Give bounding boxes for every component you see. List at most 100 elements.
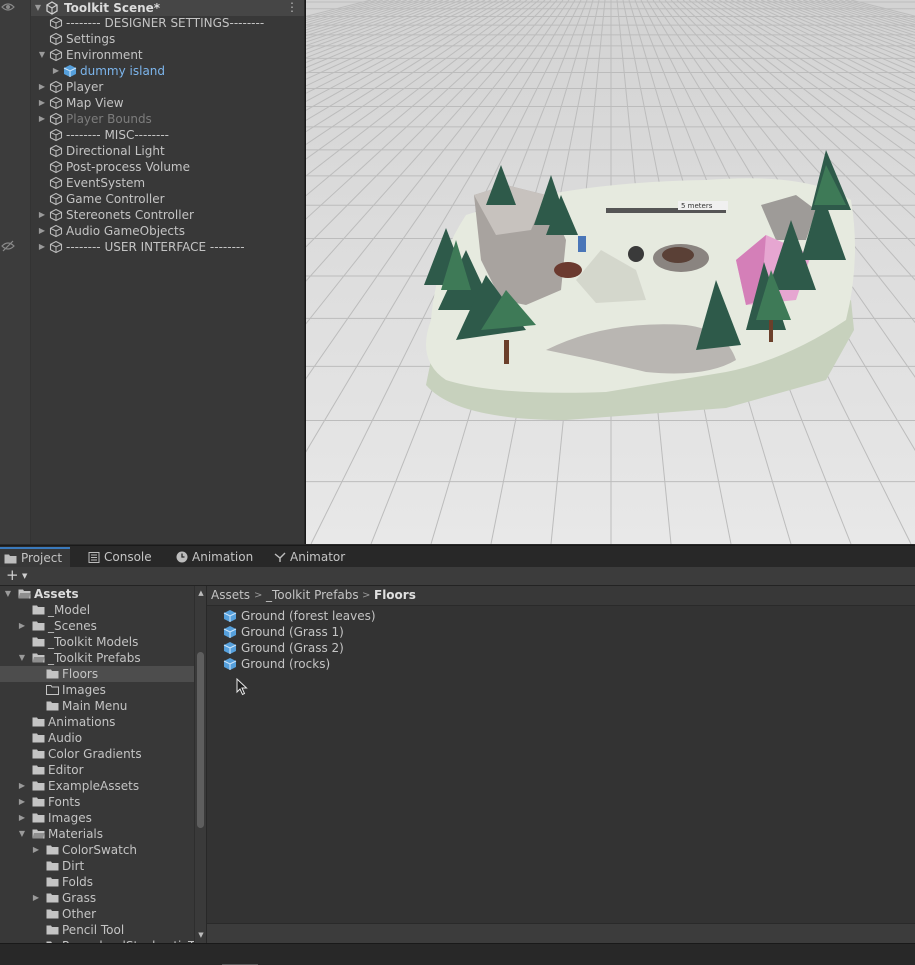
eye-icon[interactable] (1, 1, 15, 13)
hierarchy-item-label: dummy island (80, 64, 166, 78)
hierarchy-item-player[interactable]: ▶ Player (31, 79, 304, 95)
tree-item[interactable]: Color Gradients (0, 746, 194, 762)
expand-arrow-icon[interactable]: ▶ (37, 239, 47, 255)
mouse-cursor-icon (236, 678, 248, 696)
scene-view[interactable]: 5 meters (305, 0, 915, 544)
folder-icon (46, 861, 59, 871)
hierarchy-item-player-bounds[interactable]: ▶ Player Bounds (31, 111, 304, 127)
collapse-arrow-icon[interactable]: ▼ (17, 826, 27, 842)
tree-item[interactable]: Animations (0, 714, 194, 730)
hierarchy-item-environment[interactable]: ▼ Environment (31, 47, 304, 63)
animator-icon (274, 552, 286, 562)
hierarchy-visibility-gutter[interactable] (0, 0, 31, 544)
scrollbar-thumb[interactable] (197, 652, 204, 828)
tree-item[interactable]: ▶ Images (0, 810, 194, 826)
expand-arrow-icon[interactable]: ▶ (37, 207, 47, 223)
hierarchy-item-map-view[interactable]: ▶ Map View (31, 95, 304, 111)
hierarchy-menu-icon[interactable]: ⋮ (286, 0, 298, 14)
tree-item[interactable]: _Model (0, 602, 194, 618)
bottom-tab-bar: Project Console Animation Animator (0, 545, 915, 568)
tree-item[interactable]: Dirt (0, 858, 194, 874)
tree-item[interactable]: Main Menu (0, 698, 194, 714)
hierarchy-item-label: Environment (66, 48, 143, 62)
gameobject-cube-icon (49, 240, 63, 254)
hierarchy-item-settings[interactable]: Settings (31, 31, 304, 47)
hierarchy-item-dummy-island[interactable]: ▶ dummy island (31, 63, 304, 79)
unity-scene-icon (46, 1, 58, 15)
tree-item-label: _Scenes (48, 619, 97, 633)
tree-item[interactable]: _Toolkit Models (0, 634, 194, 650)
expand-arrow-icon[interactable]: ▶ (37, 79, 47, 95)
scroll-up-icon[interactable]: ▲ (197, 588, 205, 598)
tree-item[interactable]: Pencil Tool (0, 922, 194, 938)
tree-item[interactable]: ▶ Grass (0, 890, 194, 906)
hierarchy-item-event-system[interactable]: EventSystem (31, 175, 304, 191)
expand-arrow-icon[interactable]: ▶ (37, 95, 47, 111)
gameobject-cube-icon (49, 48, 63, 62)
tree-item[interactable]: Images (0, 682, 194, 698)
expand-arrow-icon[interactable]: ▶ (17, 778, 27, 794)
status-bar (0, 943, 915, 965)
create-button[interactable]: + ▼ (4, 567, 32, 585)
expand-arrow-icon[interactable]: ▶ (17, 618, 27, 634)
expand-arrow-icon[interactable]: ▶ (31, 842, 41, 858)
collapse-arrow-icon[interactable]: ▼ (3, 586, 13, 602)
tree-item-label: _Toolkit Prefabs (48, 651, 141, 665)
hidden-eye-icon[interactable] (1, 240, 15, 252)
breadcrumb-toolkit-prefabs[interactable]: _Toolkit Prefabs (266, 586, 359, 605)
tab-console[interactable]: Console (84, 547, 162, 568)
tree-item[interactable]: ▼ Materials (0, 826, 194, 842)
tree-item-label: Grass (62, 891, 97, 905)
hierarchy-item-label: -------- DESIGNER SETTINGS-------- (66, 16, 265, 30)
scene-row[interactable]: ▼ Toolkit Scene* (31, 0, 304, 16)
tree-item[interactable]: Editor (0, 762, 194, 778)
hierarchy-item-misc-separator[interactable]: -------- MISC-------- (31, 127, 304, 143)
scroll-down-icon[interactable]: ▼ (197, 930, 205, 940)
dummy-island-model[interactable]: 5 meters (424, 150, 855, 420)
tab-animator[interactable]: Animator (270, 547, 350, 568)
collapse-arrow-icon[interactable]: ▼ (17, 650, 27, 666)
expand-arrow-icon[interactable]: ▶ (37, 223, 47, 239)
collapse-arrow-icon[interactable]: ▼ (37, 47, 47, 63)
tree-item-label: Materials (48, 827, 104, 841)
tree-item[interactable]: ▶ ColorSwatch (0, 842, 194, 858)
scale-sign-text: 5 meters (681, 202, 713, 210)
asset-item-label: Ground (Grass 1) (241, 625, 344, 639)
breadcrumb-assets[interactable]: Assets (211, 586, 250, 605)
tree-item-label: Animations (48, 715, 116, 729)
hierarchy-item-designer-settings-separator[interactable]: -------- DESIGNER SETTINGS-------- (31, 15, 304, 31)
tree-item[interactable]: Floors (0, 666, 194, 682)
expand-arrow-icon[interactable]: ▶ (17, 810, 27, 826)
tab-animation[interactable]: Animation (172, 547, 260, 568)
collapse-arrow-icon[interactable]: ▼ (33, 0, 43, 16)
tree-item[interactable]: Other (0, 906, 194, 922)
tree-item[interactable]: ▶ Fonts (0, 794, 194, 810)
expand-arrow-icon[interactable]: ▶ (37, 111, 47, 127)
expand-arrow-icon[interactable]: ▶ (51, 63, 61, 79)
hierarchy-item-stereonets-controller[interactable]: ▶ Stereonets Controller (31, 207, 304, 223)
tree-scrollbar[interactable]: ▲ ▼ (194, 586, 206, 943)
asset-item-label: Ground (rocks) (241, 657, 331, 671)
folder-icon (46, 893, 59, 903)
hierarchy-item-label: Map View (66, 96, 124, 110)
tree-item-label: Main Menu (62, 699, 128, 713)
hierarchy-item-game-controller[interactable]: Game Controller (31, 191, 304, 207)
hierarchy-item-post-process-volume[interactable]: Post-process Volume (31, 159, 304, 175)
hierarchy-item-label: Audio GameObjects (66, 224, 185, 238)
console-icon (88, 552, 100, 563)
tree-item[interactable]: ▼ Assets (0, 586, 194, 602)
hierarchy-item-audio-gameobjects[interactable]: ▶ Audio GameObjects (31, 223, 304, 239)
gameobject-cube-icon (49, 160, 63, 174)
expand-arrow-icon[interactable]: ▶ (17, 794, 27, 810)
tree-item[interactable]: ▶ ExampleAssets (0, 778, 194, 794)
hierarchy-item-directional-light[interactable]: Directional Light (31, 143, 304, 159)
tree-item[interactable]: Folds (0, 874, 194, 890)
clock-icon (176, 551, 188, 563)
expand-arrow-icon[interactable]: ▶ (31, 890, 41, 906)
tree-item[interactable]: Audio (0, 730, 194, 746)
tree-item[interactable]: ▶ _Scenes (0, 618, 194, 634)
breadcrumb-floors[interactable]: Floors (374, 586, 416, 605)
hierarchy-item-user-interface-separator[interactable]: ▶ -------- USER INTERFACE -------- (31, 239, 304, 255)
tree-item[interactable]: ▼ _Toolkit Prefabs (0, 650, 194, 666)
tab-project[interactable]: Project (0, 547, 70, 568)
